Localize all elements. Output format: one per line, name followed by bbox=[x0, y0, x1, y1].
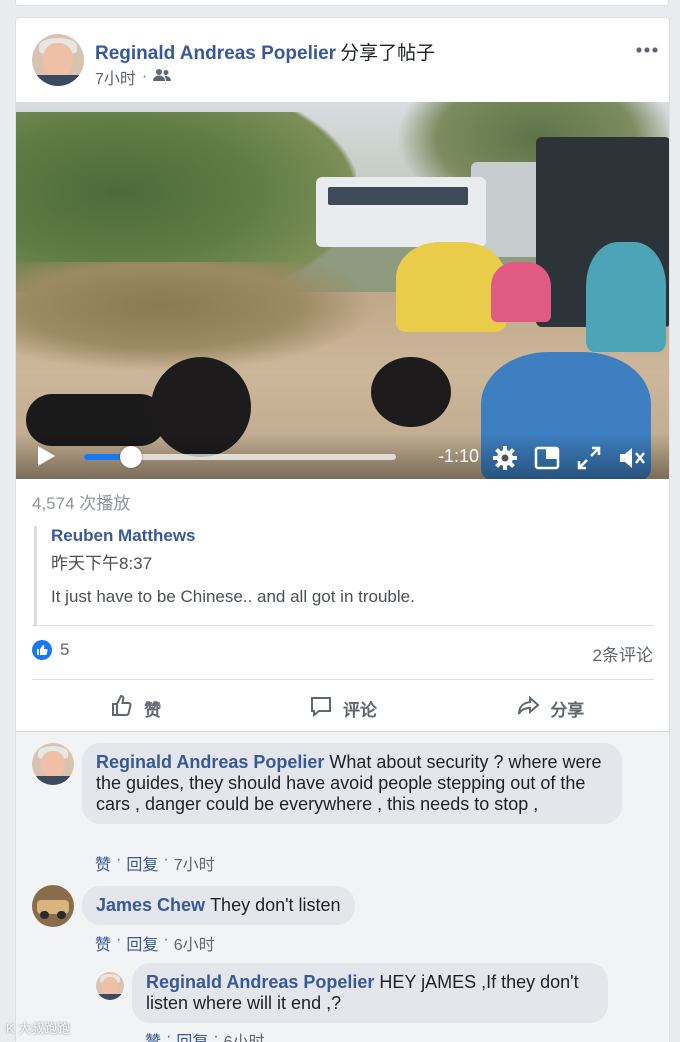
like-label: 赞 bbox=[144, 700, 162, 720]
comment-bubble: Reginald Andreas Popelier What about secu… bbox=[82, 743, 622, 824]
author-avatar[interactable] bbox=[32, 34, 84, 86]
post-action-text: 分享了帖子 bbox=[340, 43, 436, 64]
comment-meta: 赞 · 回复 · 6小时 bbox=[95, 931, 215, 955]
comment-author-link[interactable]: Reginald Andreas Popelier bbox=[96, 752, 324, 772]
like-badge-icon bbox=[32, 640, 52, 660]
post-meta: 7小时 · bbox=[95, 65, 172, 89]
settings-icon[interactable] bbox=[492, 445, 518, 471]
reply-author-link[interactable]: Reginald Andreas Popelier bbox=[146, 972, 374, 992]
friends-icon[interactable] bbox=[153, 68, 172, 87]
fullscreen-icon[interactable] bbox=[576, 445, 602, 471]
commenter-avatar[interactable] bbox=[32, 885, 74, 927]
comment-label: 评论 bbox=[342, 700, 377, 720]
thumbs-up-icon bbox=[110, 694, 134, 723]
scrubber-handle[interactable] bbox=[119, 446, 142, 468]
reply-bubble: Reginald Andreas Popelier HEY jAMES ,If t… bbox=[132, 963, 608, 1023]
like-button[interactable]: 赞 bbox=[32, 688, 239, 728]
comment-count-link[interactable]: 2条评论 bbox=[593, 641, 653, 666]
shared-timestamp[interactable]: 昨天下午8:37 bbox=[51, 549, 152, 574]
reply-like-link[interactable]: 赞 bbox=[145, 1028, 161, 1042]
divider bbox=[32, 679, 654, 680]
comment-like-link[interactable]: 赞 bbox=[95, 931, 111, 955]
video-player[interactable]: -1:10 bbox=[16, 102, 669, 479]
reply-meta: 赞· 回复· 6小时 bbox=[145, 1028, 265, 1042]
reply-reply-link[interactable]: 回复 bbox=[176, 1028, 208, 1042]
comment-text: They don't listen bbox=[210, 895, 341, 915]
play-icon[interactable] bbox=[38, 446, 55, 466]
pip-icon[interactable] bbox=[534, 445, 560, 471]
action-bar: 赞 评论 分享 bbox=[32, 688, 654, 728]
reply-time[interactable]: 6小时 bbox=[224, 1028, 265, 1042]
watermark: K 大叔跑跑 bbox=[6, 1021, 71, 1036]
video-scrubber[interactable] bbox=[84, 446, 396, 468]
post-card: Reginald Andreas Popelier 分享了帖子 7小时 · -1… bbox=[15, 17, 670, 1042]
commenter-avatar[interactable] bbox=[32, 743, 74, 785]
comment-time[interactable]: 7小时 bbox=[174, 851, 215, 875]
mute-icon[interactable] bbox=[618, 445, 645, 471]
shared-post: Reuben Matthews 昨天下午8:37 It just have to… bbox=[34, 526, 654, 626]
meta-separator: · bbox=[141, 68, 148, 85]
comment-reply-link[interactable]: 回复 bbox=[126, 851, 158, 875]
comment-icon bbox=[309, 694, 333, 723]
comment-meta: 赞 · 回复 · 7小时 bbox=[95, 851, 215, 875]
shared-author-link[interactable]: Reuben Matthews bbox=[51, 526, 196, 546]
comment-bubble: James Chew They don't listen bbox=[82, 886, 355, 925]
comment-reply-link[interactable]: 回复 bbox=[126, 931, 158, 955]
comment-time[interactable]: 6小时 bbox=[174, 931, 215, 955]
author-name-link[interactable]: Reginald Andreas Popelier bbox=[95, 43, 336, 64]
comment-like-link[interactable]: 赞 bbox=[95, 851, 111, 875]
like-count: 5 bbox=[60, 640, 70, 659]
reply-avatar[interactable] bbox=[96, 972, 124, 1000]
comment-author-link[interactable]: James Chew bbox=[96, 895, 205, 915]
share-button[interactable]: 分享 bbox=[447, 688, 654, 728]
post-header: Reginald Andreas Popelier 分享了帖子 bbox=[95, 38, 435, 65]
divider bbox=[32, 625, 654, 626]
time-remaining: -1:10 bbox=[438, 446, 480, 466]
reaction-summary[interactable]: 5 bbox=[32, 640, 69, 660]
view-count: 4,574 次播放 bbox=[32, 494, 131, 513]
video-controls: -1:10 bbox=[16, 433, 669, 479]
shared-text: It just have to be Chinese.. and all got… bbox=[51, 587, 415, 606]
more-dots-icon[interactable] bbox=[635, 34, 659, 60]
post-timestamp[interactable]: 7小时 bbox=[95, 65, 136, 89]
share-icon bbox=[516, 694, 540, 723]
share-label: 分享 bbox=[550, 700, 585, 720]
comment-button[interactable]: 评论 bbox=[239, 688, 446, 728]
previous-card-edge bbox=[15, 0, 669, 6]
